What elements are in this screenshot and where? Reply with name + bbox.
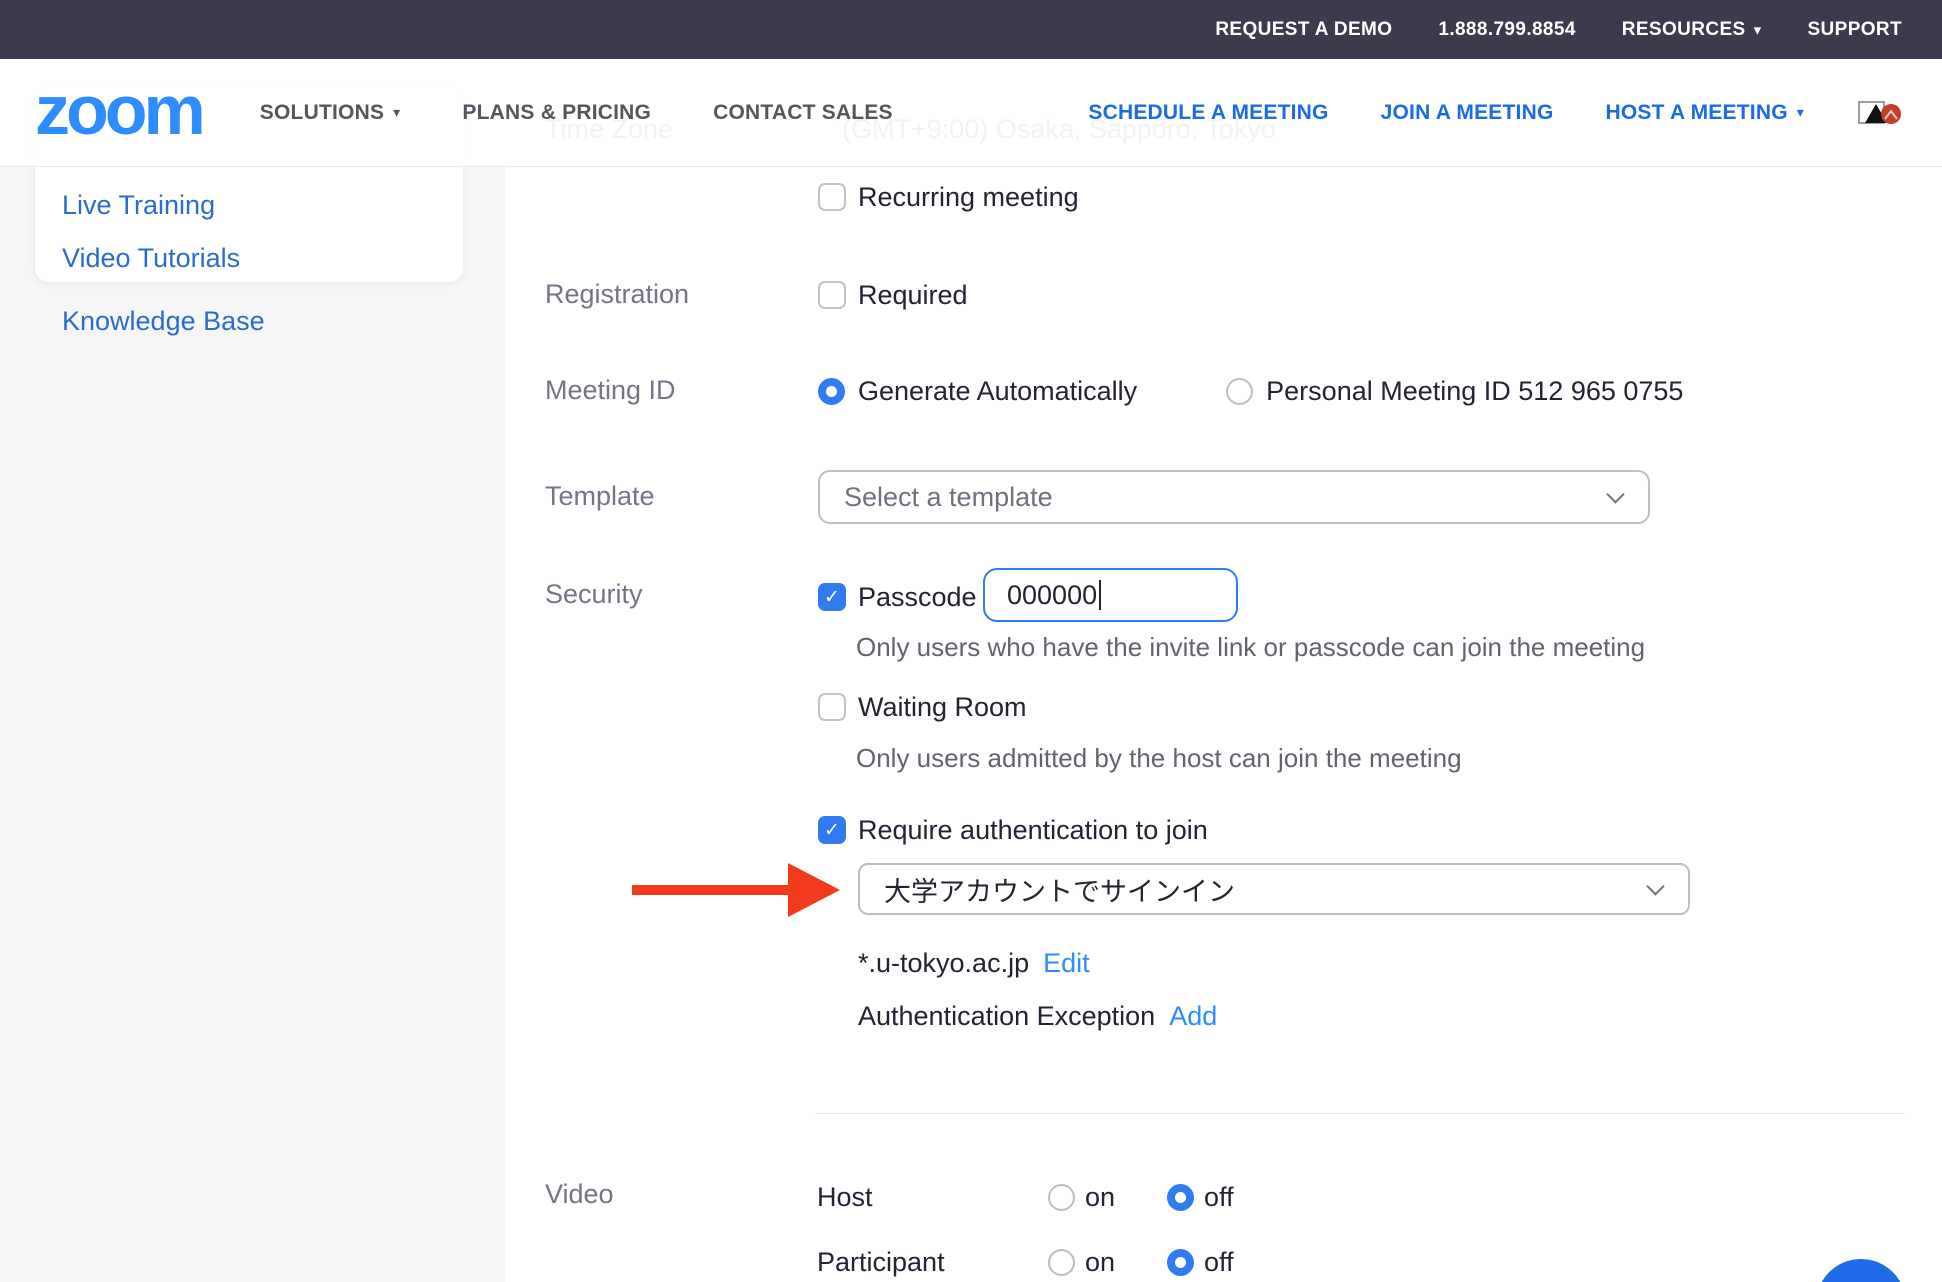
auth-method-selected-option: 大学アカウントでサインイン (884, 870, 1235, 909)
join-a-meeting-label: JOIN A MEETING (1381, 101, 1554, 125)
request-a-demo-link[interactable]: REQUEST A DEMO (1215, 19, 1392, 41)
main-nav: SOLUTIONS ▾ PLANS & PRICING CONTACT SALE… (260, 101, 893, 125)
registration-row: Required (818, 277, 968, 313)
participant-video-on-label: on (1085, 1247, 1115, 1278)
header-actions: SCHEDULE A MEETING JOIN A MEETING HOST A… (1088, 96, 1916, 130)
template-label: Template (545, 481, 655, 512)
template-select[interactable]: Select a template (818, 470, 1650, 524)
registration-required-label: Required (858, 280, 968, 311)
require-auth-checkbox[interactable]: ✓ (818, 816, 846, 844)
recurring-meeting-checkbox[interactable] (818, 183, 846, 211)
check-icon: ✓ (824, 586, 840, 609)
check-icon: ✓ (824, 819, 840, 842)
support-link[interactable]: SUPPORT (1807, 19, 1902, 41)
waiting-room-row: Waiting Room (818, 689, 1027, 725)
meeting-id-label: Meeting ID (545, 375, 676, 406)
auth-exception-row: Authentication Exception Add (858, 998, 1217, 1034)
nav-solutions-label: SOLUTIONS (260, 101, 384, 125)
passcode-checkbox[interactable]: ✓ (818, 583, 846, 611)
generate-automatically-radio[interactable] (818, 378, 845, 405)
registration-label: Registration (545, 279, 689, 310)
host-video-off-radio[interactable] (1167, 1184, 1194, 1211)
participant-video-on-radio[interactable] (1048, 1249, 1075, 1276)
utility-topbar: REQUEST A DEMO 1.888.799.8854 RESOURCES … (0, 0, 1942, 59)
video-label: Video (545, 1179, 614, 1210)
recurring-meeting-row: Recurring meeting (818, 179, 1079, 215)
add-exception-link[interactable]: Add (1169, 1001, 1217, 1032)
caret-down-icon: ▾ (1797, 104, 1804, 121)
nav-contact-sales[interactable]: CONTACT SALES (713, 101, 893, 125)
personal-meeting-id-label: Personal Meeting ID 512 965 0755 (1266, 376, 1683, 407)
red-arrow-annotation-shaft (632, 885, 792, 895)
nav-plans-pricing[interactable]: PLANS & PRICING (462, 101, 651, 125)
site-header: zoom SOLUTIONS ▾ PLANS & PRICING CONTACT… (0, 59, 1942, 167)
security-label: Security (545, 579, 643, 610)
section-divider (815, 1113, 1905, 1114)
phone-number-link[interactable]: 1.888.799.8854 (1438, 19, 1575, 41)
video-participant-row: Participant on off (817, 1244, 1234, 1280)
zoom-web-portal: Live Training Video Tutorials Knowledge … (0, 0, 1942, 1282)
host-video-off-label: off (1204, 1182, 1234, 1213)
passcode-row: ✓ Passcode (818, 579, 977, 615)
edit-domain-link[interactable]: Edit (1043, 948, 1090, 979)
recurring-meeting-label: Recurring meeting (858, 182, 1079, 213)
participant-video-off-radio[interactable] (1167, 1249, 1194, 1276)
schedule-a-meeting-link[interactable]: SCHEDULE A MEETING (1088, 101, 1328, 125)
schedule-meeting-form: Recurring meeting Registration Required … (0, 0, 1942, 1282)
host-a-meeting-link[interactable]: HOST A MEETING ▾ (1606, 101, 1804, 125)
registration-required-checkbox[interactable] (818, 281, 846, 309)
video-host-row: Host on off (817, 1179, 1234, 1215)
broken-image-icon[interactable] (1856, 96, 1902, 130)
request-a-demo-label: REQUEST A DEMO (1215, 19, 1392, 41)
text-cursor (1099, 580, 1101, 610)
auth-domain-row: *.u-tokyo.ac.jp Edit (858, 945, 1090, 981)
chevron-down-icon (1646, 877, 1664, 895)
resources-label: RESOURCES (1622, 19, 1746, 41)
require-auth-label: Require authentication to join (858, 815, 1208, 846)
participant-video-off-label: off (1204, 1247, 1234, 1278)
passcode-input[interactable]: 000000 (983, 568, 1238, 622)
personal-meeting-id-radio[interactable] (1226, 378, 1253, 405)
passcode-label: Passcode (858, 582, 977, 613)
host-a-meeting-label: HOST A MEETING (1606, 101, 1788, 125)
host-video-on-label: on (1085, 1182, 1115, 1213)
auth-method-select[interactable]: 大学アカウントでサインイン (858, 863, 1690, 915)
phone-number-label: 1.888.799.8854 (1438, 19, 1575, 41)
caret-down-icon: ▾ (393, 104, 400, 121)
video-participant-label: Participant (817, 1247, 1048, 1278)
support-label: SUPPORT (1807, 19, 1902, 41)
auth-exception-label: Authentication Exception (858, 1001, 1155, 1032)
waiting-room-label: Waiting Room (858, 692, 1027, 723)
nav-plans-pricing-label: PLANS & PRICING (462, 101, 651, 125)
waiting-room-helper-text: Only users admitted by the host can join… (856, 743, 1462, 774)
generate-automatically-label: Generate Automatically (858, 376, 1137, 407)
zoom-logo[interactable]: zoom (35, 75, 202, 145)
auth-domain-value: *.u-tokyo.ac.jp (858, 948, 1029, 979)
passcode-value: 000000 (1007, 580, 1097, 611)
schedule-a-meeting-label: SCHEDULE A MEETING (1088, 101, 1328, 125)
chevron-down-icon (1606, 485, 1624, 503)
join-a-meeting-link[interactable]: JOIN A MEETING (1381, 101, 1554, 125)
video-host-label: Host (817, 1182, 1048, 1213)
require-auth-row: ✓ Require authentication to join (818, 812, 1208, 848)
waiting-room-checkbox[interactable] (818, 693, 846, 721)
nav-solutions[interactable]: SOLUTIONS ▾ (260, 101, 401, 125)
red-arrow-annotation-head (788, 863, 840, 917)
nav-contact-sales-label: CONTACT SALES (713, 101, 893, 125)
meeting-id-options: Generate Automatically Personal Meeting … (818, 373, 1683, 409)
resources-menu[interactable]: RESOURCES ▾ (1622, 19, 1762, 41)
host-video-on-radio[interactable] (1048, 1184, 1075, 1211)
template-select-placeholder: Select a template (844, 482, 1053, 513)
caret-down-icon: ▾ (1754, 21, 1762, 39)
passcode-helper-text: Only users who have the invite link or p… (856, 632, 1645, 663)
